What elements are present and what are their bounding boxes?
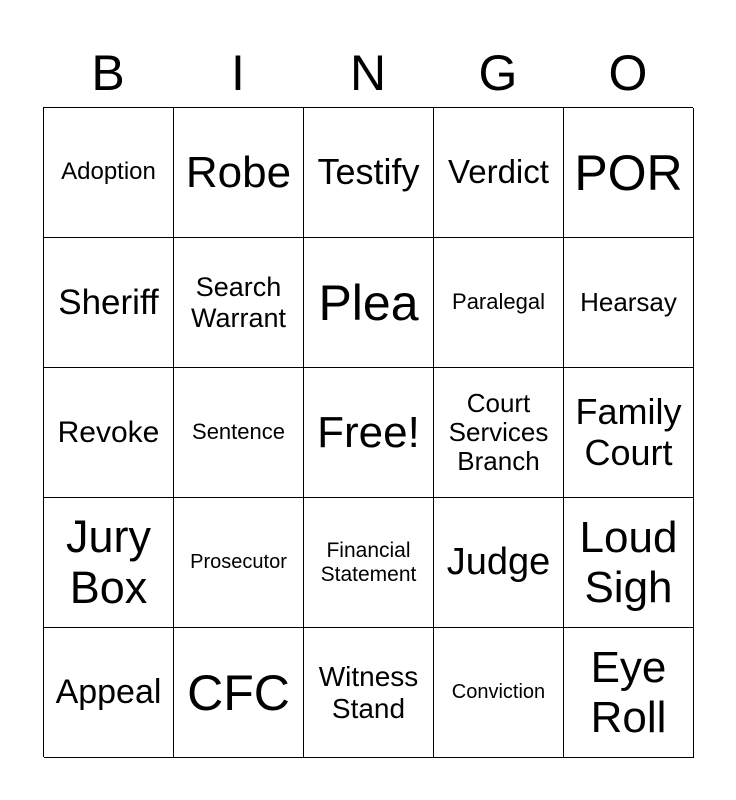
bingo-cell-label: CFC: [187, 664, 290, 721]
bingo-cell[interactable]: Prosecutor: [174, 498, 304, 628]
bingo-cell-label: Jury Box: [65, 511, 151, 613]
bingo-cell-label: Eye Roll: [590, 643, 667, 742]
bingo-cell-label: Judge: [446, 541, 551, 584]
bingo-cell[interactable]: Sheriff: [44, 238, 174, 368]
bingo-cell-label: Court Services Branch: [448, 387, 549, 477]
bingo-cell[interactable]: Free!: [304, 368, 434, 498]
bingo-cell-label: Revoke: [57, 415, 160, 449]
bingo-cell-label: Search Warrant: [190, 272, 286, 333]
bingo-cell-label: Hearsay: [580, 286, 677, 317]
bingo-cell[interactable]: Appeal: [44, 628, 174, 758]
header-letter-n: N: [349, 45, 387, 101]
bingo-cell[interactable]: Judge: [434, 498, 564, 628]
bingo-header: B I N G O: [43, 40, 693, 106]
bingo-grid: Adoption Robe Testify Verdict POR Sheriff Sear…: [43, 107, 694, 758]
bingo-cell[interactable]: Robe: [174, 108, 304, 238]
bingo-cell[interactable]: Jury Box: [44, 498, 174, 628]
bingo-cell-label: Loud Sigh: [579, 513, 678, 612]
bingo-cell[interactable]: Paralegal: [434, 238, 564, 368]
bingo-cell-label: Sheriff: [58, 282, 159, 322]
header-letter-i: I: [231, 45, 245, 101]
bingo-cell-label: Prosecutor: [190, 551, 287, 574]
bingo-cell[interactable]: Plea: [304, 238, 434, 368]
bingo-cell-label: Witness Stand: [318, 661, 419, 724]
header-letter-o: O: [608, 45, 648, 101]
bingo-cell-label: Conviction: [451, 681, 546, 704]
bingo-cell[interactable]: Adoption: [44, 108, 174, 238]
header-letter-b: B: [91, 45, 125, 101]
bingo-cell-label: Adoption: [61, 158, 156, 186]
bingo-cell[interactable]: Financial Statement: [304, 498, 434, 628]
bingo-cell-label: Paralegal: [452, 289, 545, 315]
header-letter-g: G: [478, 45, 518, 101]
bingo-cell-label: Sentence: [192, 419, 285, 445]
bingo-cell[interactable]: Loud Sigh: [564, 498, 694, 628]
bingo-cell-label: Family Court: [575, 391, 682, 473]
bingo-cell-label: Verdict: [448, 153, 549, 191]
bingo-cell[interactable]: Eye Roll: [564, 628, 694, 758]
bingo-cell[interactable]: Sentence: [174, 368, 304, 498]
bingo-cell-label: Plea: [318, 274, 419, 331]
bingo-cell[interactable]: CFC: [174, 628, 304, 758]
bingo-cell-label: Free!: [317, 407, 420, 457]
bingo-cell[interactable]: Search Warrant: [174, 238, 304, 368]
bingo-cell[interactable]: Testify: [304, 108, 434, 238]
bingo-cell[interactable]: Verdict: [434, 108, 564, 238]
bingo-cell[interactable]: Conviction: [434, 628, 564, 758]
bingo-cell-label: Appeal: [55, 673, 162, 712]
bingo-cell-label: Robe: [185, 147, 292, 197]
bingo-cell[interactable]: POR: [564, 108, 694, 238]
bingo-cell[interactable]: Hearsay: [564, 238, 694, 368]
bingo-cell[interactable]: Revoke: [44, 368, 174, 498]
bingo-cell-label: POR: [574, 144, 683, 201]
bingo-cell[interactable]: Court Services Branch: [434, 368, 564, 498]
bingo-cell[interactable]: Witness Stand: [304, 628, 434, 758]
bingo-cell-label: Testify: [317, 151, 420, 193]
bingo-cell[interactable]: Family Court: [564, 368, 694, 498]
bingo-cell-label: Financial Statement: [320, 538, 417, 586]
